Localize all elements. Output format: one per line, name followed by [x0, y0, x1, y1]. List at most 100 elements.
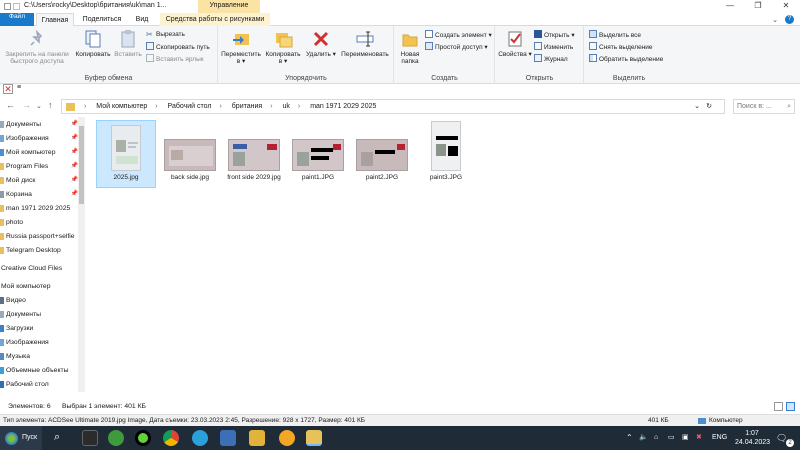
- breadcrumb-item[interactable]: uk: [283, 103, 290, 110]
- forward-arrow-icon[interactable]: →: [22, 100, 31, 110]
- file-list-area[interactable]: 2025.jpg back side.jpg front side 2029.j…: [88, 117, 800, 392]
- paste-shortcut-button[interactable]: Вставить ярлык: [146, 54, 204, 64]
- close-icon[interactable]: ✕: [772, 0, 800, 13]
- clock[interactable]: 1:07 24.04.2023: [735, 429, 770, 453]
- file-explorer-icon[interactable]: [306, 430, 322, 446]
- sidebar-item-documents[interactable]: Документы 📌: [0, 118, 80, 131]
- sidebar-scrollbar-thumb[interactable]: [79, 126, 84, 204]
- app-window-icon[interactable]: [220, 430, 236, 446]
- volume-icon[interactable]: 🔈: [639, 426, 648, 450]
- close-x-icon[interactable]: ✕: [3, 84, 13, 94]
- edit-button[interactable]: Изменить: [534, 42, 573, 52]
- bug-app-icon[interactable]: [135, 430, 151, 446]
- properties-button[interactable]: Свойства ▾: [498, 29, 532, 58]
- file-item[interactable]: back side.jpg: [160, 139, 220, 182]
- sidebar-item-videos[interactable]: Видео: [0, 294, 80, 307]
- help-icon[interactable]: ?: [785, 15, 794, 24]
- tab-share[interactable]: Поделиться: [78, 13, 126, 26]
- sidebar-item-desktop[interactable]: Рабочий стол: [0, 378, 80, 391]
- sidebar-item-telegram[interactable]: Telegram Desktop: [0, 244, 80, 257]
- tab-picture-tools[interactable]: Средства работы с рисунками: [160, 13, 270, 26]
- maximize-icon[interactable]: ❐: [744, 0, 772, 13]
- move-to-button[interactable]: Переместить в ▾: [221, 29, 261, 65]
- open-button[interactable]: Открыть ▾: [534, 30, 575, 40]
- task-view-icon[interactable]: [82, 430, 98, 446]
- file-item[interactable]: 2025.jpg: [96, 120, 156, 188]
- sidebar-item-recycle-bin[interactable]: Корзина 📌: [0, 188, 80, 201]
- breadcrumb-item[interactable]: Мой компьютер: [96, 103, 147, 110]
- quick-access-icon[interactable]: [13, 3, 20, 10]
- sidebar-item-program-files[interactable]: Program Files 📌: [0, 160, 80, 173]
- cut-button[interactable]: ✂ Вырезать: [146, 30, 185, 40]
- copy-button[interactable]: Копировать: [74, 29, 112, 58]
- sidebar-item-label: man 1971 2029 2025: [6, 205, 71, 212]
- sidebar-item-3d-objects[interactable]: Объемные объекты: [0, 364, 80, 377]
- large-icons-view-icon[interactable]: [786, 402, 795, 411]
- sidebar-item-my-disk[interactable]: Мой диск 📌: [0, 174, 80, 187]
- tab-view[interactable]: Вид: [128, 13, 156, 26]
- pin-icon: 📌: [70, 121, 78, 127]
- tab-home[interactable]: Главная: [36, 13, 74, 26]
- navigation-pane[interactable]: Документы 📌 Изображения 📌 Мой компьютер 📌 P…: [0, 117, 86, 392]
- chevron-down-icon[interactable]: ⌄: [772, 16, 778, 24]
- copy-to-button[interactable]: Копировать в ▾: [263, 29, 303, 65]
- sidebar-item-russia-passport[interactable]: Russia passport+selfie: [0, 230, 80, 243]
- minimize-icon[interactable]: —: [716, 0, 744, 13]
- tray-chevron-icon[interactable]: ⌃: [626, 426, 633, 450]
- invert-selection-button[interactable]: Обратить выделение: [589, 54, 663, 64]
- up-arrow-icon[interactable]: ↑: [48, 100, 53, 110]
- sidebar-item-pictures[interactable]: Изображения 📌: [0, 132, 80, 145]
- search-icon[interactable]: ⌕: [54, 431, 60, 444]
- breadcrumb-item[interactable]: Рабочий стол: [168, 103, 212, 110]
- select-none-button[interactable]: Снять выделение: [589, 42, 653, 52]
- telegram-icon[interactable]: [192, 430, 208, 446]
- chevron-down-icon[interactable]: ⌄: [694, 100, 700, 113]
- breadcrumb-item[interactable]: man 1971 2029 2025: [310, 103, 376, 110]
- delete-button[interactable]: Удалить ▾: [305, 29, 337, 58]
- sidebar-item-pictures-2[interactable]: Изображения: [0, 336, 80, 349]
- select-all-button[interactable]: Выделить все: [589, 30, 641, 40]
- details-view-icon[interactable]: [774, 402, 783, 411]
- back-arrow-icon[interactable]: ←: [6, 100, 15, 110]
- recent-dropdown-icon[interactable]: ⌄: [36, 102, 42, 110]
- sidebar-item-computer[interactable]: Мой компьютер 📌: [0, 146, 80, 159]
- chrome-icon[interactable]: [163, 430, 179, 446]
- tab-file[interactable]: Файл: [0, 13, 34, 26]
- breadcrumb[interactable]: › Мой компьютер › Рабочий стол › британия ›…: [61, 99, 725, 114]
- new-item-button[interactable]: Создать элемент ▾: [425, 30, 492, 40]
- smiley-icon[interactable]: [279, 430, 295, 446]
- rename-button[interactable]: Переименовать: [339, 29, 391, 58]
- file-item[interactable]: paint2.JPG: [352, 139, 412, 182]
- start-button[interactable]: Пуск: [0, 426, 42, 450]
- utorrent-icon[interactable]: [108, 430, 124, 446]
- network-icon[interactable]: ⌂: [654, 426, 658, 450]
- sidebar-item-downloads[interactable]: Загрузки: [0, 322, 80, 335]
- sidebar-item-label: Program Files: [6, 163, 49, 170]
- monitor-icon[interactable]: ▣: [682, 426, 689, 450]
- sidebar-item-label: Мой диск: [6, 177, 36, 184]
- input-language[interactable]: ENG: [712, 426, 727, 450]
- pin-quick-access-button[interactable]: Закрепить на панели быстрого доступа: [2, 29, 72, 65]
- file-item[interactable]: paint3.JPG: [416, 121, 476, 182]
- notifications-icon[interactable]: 🗨: [776, 426, 787, 450]
- sidebar-item-man-folder[interactable]: man 1971 2029 2025: [0, 202, 80, 215]
- easy-access-button[interactable]: Простой доступ ▾: [425, 42, 488, 52]
- sidebar-item-documents-2[interactable]: Документы: [0, 308, 80, 321]
- new-folder-button[interactable]: Новая папка: [397, 29, 423, 65]
- breadcrumb-item[interactable]: британия: [232, 103, 262, 110]
- quick-access-dropdown-icon[interactable]: ≡: [17, 84, 21, 91]
- sidebar-item-photo[interactable]: photo: [0, 216, 80, 229]
- file-item[interactable]: front side 2029.jpg: [224, 139, 284, 182]
- search-input[interactable]: Поиск в: ... ⌕: [733, 99, 795, 114]
- antivirus-icon[interactable]: ✖: [696, 426, 702, 450]
- paste-button[interactable]: Вставить: [113, 29, 143, 58]
- refresh-icon[interactable]: ↻: [706, 100, 712, 113]
- history-button[interactable]: Журнал: [534, 54, 568, 64]
- copy-path-button[interactable]: Скопировать путь: [146, 42, 210, 52]
- sidebar-item-this-pc[interactable]: Мой компьютер: [0, 280, 80, 293]
- battery-icon[interactable]: ▭: [668, 426, 675, 450]
- sidebar-item-music[interactable]: Музыка: [0, 350, 80, 363]
- sidebar-item-creative-cloud[interactable]: Creative Cloud Files: [0, 262, 80, 275]
- lightning-app-icon[interactable]: [249, 430, 265, 446]
- file-item[interactable]: paint1.JPG: [288, 139, 348, 182]
